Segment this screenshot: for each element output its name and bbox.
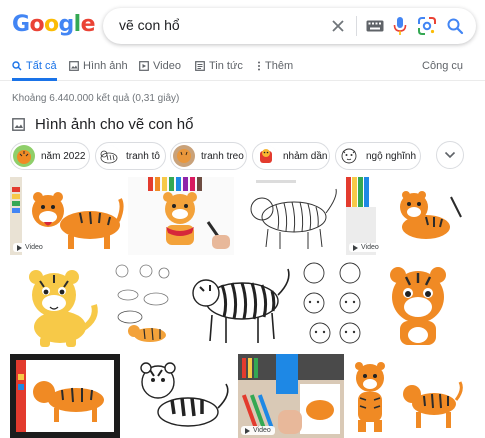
tools-button[interactable]: Công cụ xyxy=(422,60,463,72)
image-icon xyxy=(12,118,25,131)
image-result[interactable]: Video xyxy=(238,354,344,438)
chip-label: năm 2022 xyxy=(41,150,86,162)
header: Google vẽ con hổ xyxy=(0,0,485,52)
divider xyxy=(356,16,357,36)
google-lens-icon[interactable] xyxy=(417,16,437,36)
search-tabs: Tất cả Hình ảnh Video Tin tức Thêm Công … xyxy=(0,57,485,81)
play-icon xyxy=(17,244,22,251)
image-result[interactable] xyxy=(236,177,344,255)
image-result[interactable] xyxy=(108,259,178,349)
chip-ngo-nghinh[interactable]: ngộ nghĩnh xyxy=(335,142,421,170)
chip-label: nhảm dần xyxy=(283,150,328,162)
chip-thumbnail xyxy=(255,145,277,167)
tab-label: Hình ảnh xyxy=(83,60,128,72)
tab-video[interactable]: Video xyxy=(139,60,181,81)
chip-thumbnail xyxy=(13,145,35,167)
chip-label: tranh treo xyxy=(201,150,244,162)
image-result[interactable] xyxy=(180,259,296,349)
chevron-down-icon xyxy=(444,151,456,159)
tab-images[interactable]: Hình ảnh xyxy=(69,60,128,81)
image-result[interactable] xyxy=(128,177,234,255)
search-icon xyxy=(12,61,22,71)
image-result[interactable] xyxy=(10,354,120,438)
image-result[interactable]: Video xyxy=(10,177,126,255)
tab-label: Thêm xyxy=(265,60,294,72)
tab-news[interactable]: Tin tức xyxy=(195,60,243,81)
images-section-heading[interactable]: Hình ảnh cho vẽ con hổ xyxy=(12,116,193,133)
chip-thumbnail xyxy=(98,145,120,167)
image-result[interactable] xyxy=(372,259,464,349)
image-result[interactable]: Video xyxy=(346,177,464,255)
chip-nham-dan[interactable]: nhảm dần xyxy=(252,142,330,170)
images-heading-text: Hình ảnh cho vẽ con hổ xyxy=(35,116,194,133)
news-icon xyxy=(195,61,205,71)
keyboard-icon[interactable] xyxy=(366,19,384,33)
video-badge: Video xyxy=(349,243,383,252)
image-result[interactable] xyxy=(10,259,106,349)
image-result[interactable] xyxy=(396,354,464,438)
clear-icon[interactable] xyxy=(330,18,346,34)
chip-label: ngộ nghĩnh xyxy=(366,150,417,162)
chip-thumbnail xyxy=(338,145,360,167)
chip-tranh-treo[interactable]: tranh treo xyxy=(170,142,247,170)
tab-label: Tất cả xyxy=(26,60,57,72)
video-badge: Video xyxy=(241,426,275,435)
google-logo[interactable]: Google xyxy=(12,12,96,37)
chip-tranh-to[interactable]: tranh tô xyxy=(95,142,166,170)
search-icon[interactable] xyxy=(446,17,464,35)
image-results-grid: Video Video Video xyxy=(10,177,464,438)
image-result[interactable] xyxy=(122,354,236,438)
chip-thumbnail xyxy=(173,145,195,167)
tab-more[interactable]: Thêm xyxy=(257,60,293,81)
image-result[interactable] xyxy=(298,259,370,349)
image-result[interactable] xyxy=(346,354,394,438)
search-input[interactable]: vẽ con hổ xyxy=(119,17,180,33)
chips-expand-button[interactable] xyxy=(436,141,464,169)
image-icon xyxy=(69,61,79,71)
more-vert-icon xyxy=(258,61,260,71)
chip-label: tranh tô xyxy=(126,150,160,162)
tab-label: Tin tức xyxy=(209,60,243,72)
chip-nam-2022[interactable]: năm 2022 xyxy=(10,142,90,170)
tab-label: Video xyxy=(153,60,181,72)
microphone-icon[interactable] xyxy=(393,16,407,36)
tab-all[interactable]: Tất cả xyxy=(12,60,57,81)
play-icon xyxy=(245,427,250,434)
video-badge: Video xyxy=(13,243,47,252)
result-stats: Khoảng 6.440.000 kết quả (0,31 giây) xyxy=(12,93,180,104)
play-icon xyxy=(353,244,358,251)
search-box[interactable]: vẽ con hổ xyxy=(103,8,476,44)
video-icon xyxy=(139,61,149,71)
